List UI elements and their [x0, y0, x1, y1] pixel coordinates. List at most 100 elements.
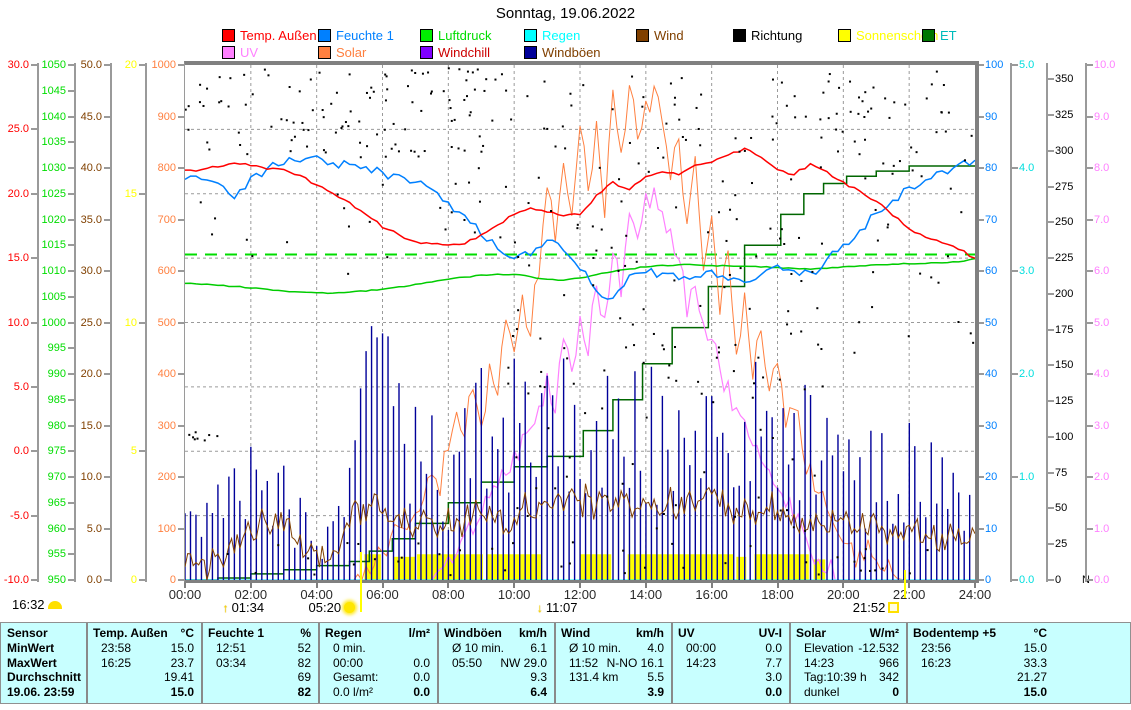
series-richtung-dot — [671, 543, 673, 545]
axis-tick-label: 1000 — [26, 317, 66, 329]
series-richtung-dot — [398, 150, 400, 152]
series-richtung-dot — [632, 463, 634, 465]
axis-tick — [1048, 543, 1054, 545]
axis-tick-label: 995 — [26, 342, 66, 354]
series-richtung-dot — [516, 507, 518, 509]
marker-time-label: 05:20 — [309, 600, 342, 615]
series-richtung-dot — [718, 346, 720, 348]
axis-tick-label: 1015 — [26, 239, 66, 251]
series-richtung-dot — [794, 116, 796, 118]
axis-tick-label: 10 — [985, 523, 1029, 535]
series-richtung-dot — [601, 229, 603, 231]
axis-tick-label: 8.0 — [1094, 162, 1131, 174]
series-richtung-dot — [382, 184, 384, 186]
series-richtung-dot — [674, 346, 676, 348]
series-richtung-dot — [472, 71, 474, 73]
axis-tick-label: 900 — [136, 111, 176, 123]
table-cell-value: 52 — [204, 641, 311, 655]
series-richtung-dot — [739, 151, 741, 153]
series-richtung-dot — [346, 542, 348, 544]
axis-tick — [1012, 270, 1018, 272]
series-richtung-dot — [718, 351, 720, 353]
series-richtung-dot — [554, 487, 556, 489]
time-axis-tick — [842, 583, 844, 588]
series-richtung-dot — [790, 178, 792, 180]
legend-item-et: ET — [922, 29, 957, 42]
marker-time-label: 16:32 — [12, 597, 45, 612]
series-richtung-dot — [625, 235, 627, 237]
sunset-line — [904, 570, 906, 598]
axis-tick-label: 400 — [136, 368, 176, 380]
series-richtung-dot — [374, 558, 376, 560]
series-richtung-dot — [673, 279, 675, 281]
series-richtung-dot — [792, 458, 794, 460]
series-richtung-dot — [618, 178, 620, 180]
marker-time-label: 01:34 — [232, 600, 265, 615]
series-richtung-dot — [289, 86, 291, 88]
series-richtung-dot — [477, 68, 479, 70]
axis-tick-label: -10.0 — [0, 574, 29, 586]
series-richtung-dot — [569, 457, 571, 459]
axis-tick — [1012, 579, 1018, 581]
series-richtung-dot — [930, 276, 932, 278]
axis-tick-label: 5 — [97, 445, 137, 457]
series-richtung-dot — [385, 156, 387, 158]
series-richtung-dot — [572, 541, 574, 543]
legend-item-wind: Wind — [636, 29, 684, 42]
legend-swatch-windb-en — [524, 46, 537, 59]
series-richtung-dot — [859, 153, 861, 155]
series-richtung-dot — [864, 139, 866, 141]
table-separator — [86, 623, 88, 703]
axis-tick-label: 15.0 — [0, 252, 29, 264]
series-richtung-dot — [573, 383, 575, 385]
series-richtung-dot — [325, 151, 327, 153]
series-richtung-dot — [779, 238, 781, 240]
time-axis-label: 16:00 — [689, 587, 735, 602]
series-richtung-dot — [206, 141, 208, 143]
series-sonnenschein-block — [580, 554, 611, 580]
series-richtung-dot — [336, 92, 338, 94]
legend-swatch-regen — [524, 29, 537, 42]
series-richtung-dot — [479, 201, 481, 203]
axis-tick-label: 7.0 — [1094, 214, 1131, 226]
series-richtung-dot — [814, 475, 816, 477]
legend-label: Wind — [654, 28, 684, 43]
series-richtung-dot — [749, 545, 751, 547]
series-richtung-dot — [858, 321, 860, 323]
series-richtung-dot — [451, 120, 453, 122]
series-richtung-dot — [749, 308, 751, 310]
axis-tick-label: 70 — [985, 214, 1029, 226]
axis-tick-label: 1030 — [26, 162, 66, 174]
series-richtung-dot — [736, 218, 738, 220]
series-richtung-dot — [592, 284, 594, 286]
series-richtung-dot — [857, 113, 859, 115]
axis-tick-label: 965 — [26, 497, 66, 509]
series-richtung-dot — [483, 90, 485, 92]
series-richtung-dot — [569, 562, 571, 564]
series-richtung-dot — [662, 157, 664, 159]
series-richtung-dot — [443, 90, 445, 92]
axis-tick-label: 1050 — [26, 59, 66, 71]
axis-tick — [1087, 579, 1093, 581]
series-richtung-dot — [642, 96, 644, 98]
marker-16-32: 16:32 — [12, 597, 62, 612]
axis-tick-label: 50 — [985, 317, 1029, 329]
series-richtung-dot — [218, 101, 220, 103]
series-richtung-dot — [822, 385, 824, 387]
axis-tick-label: 100 — [1055, 431, 1099, 443]
axis-tick — [68, 450, 74, 452]
axis-tick — [1012, 476, 1018, 478]
axis-tick-label: 30.0 — [0, 59, 29, 71]
series-richtung-dot — [663, 513, 665, 515]
series-richtung-dot — [499, 236, 501, 238]
series-richtung-dot — [357, 543, 359, 545]
series-richtung-dot — [220, 100, 222, 102]
series-richtung-dot — [430, 93, 432, 95]
series-richtung-dot — [350, 110, 352, 112]
series-richtung-dot — [517, 309, 519, 311]
axis-tick — [104, 116, 110, 118]
series-richtung-dot — [884, 97, 886, 99]
series-richtung-dot — [451, 146, 453, 148]
time-axis-label: 14:00 — [623, 587, 669, 602]
series-richtung-dot — [303, 129, 305, 131]
